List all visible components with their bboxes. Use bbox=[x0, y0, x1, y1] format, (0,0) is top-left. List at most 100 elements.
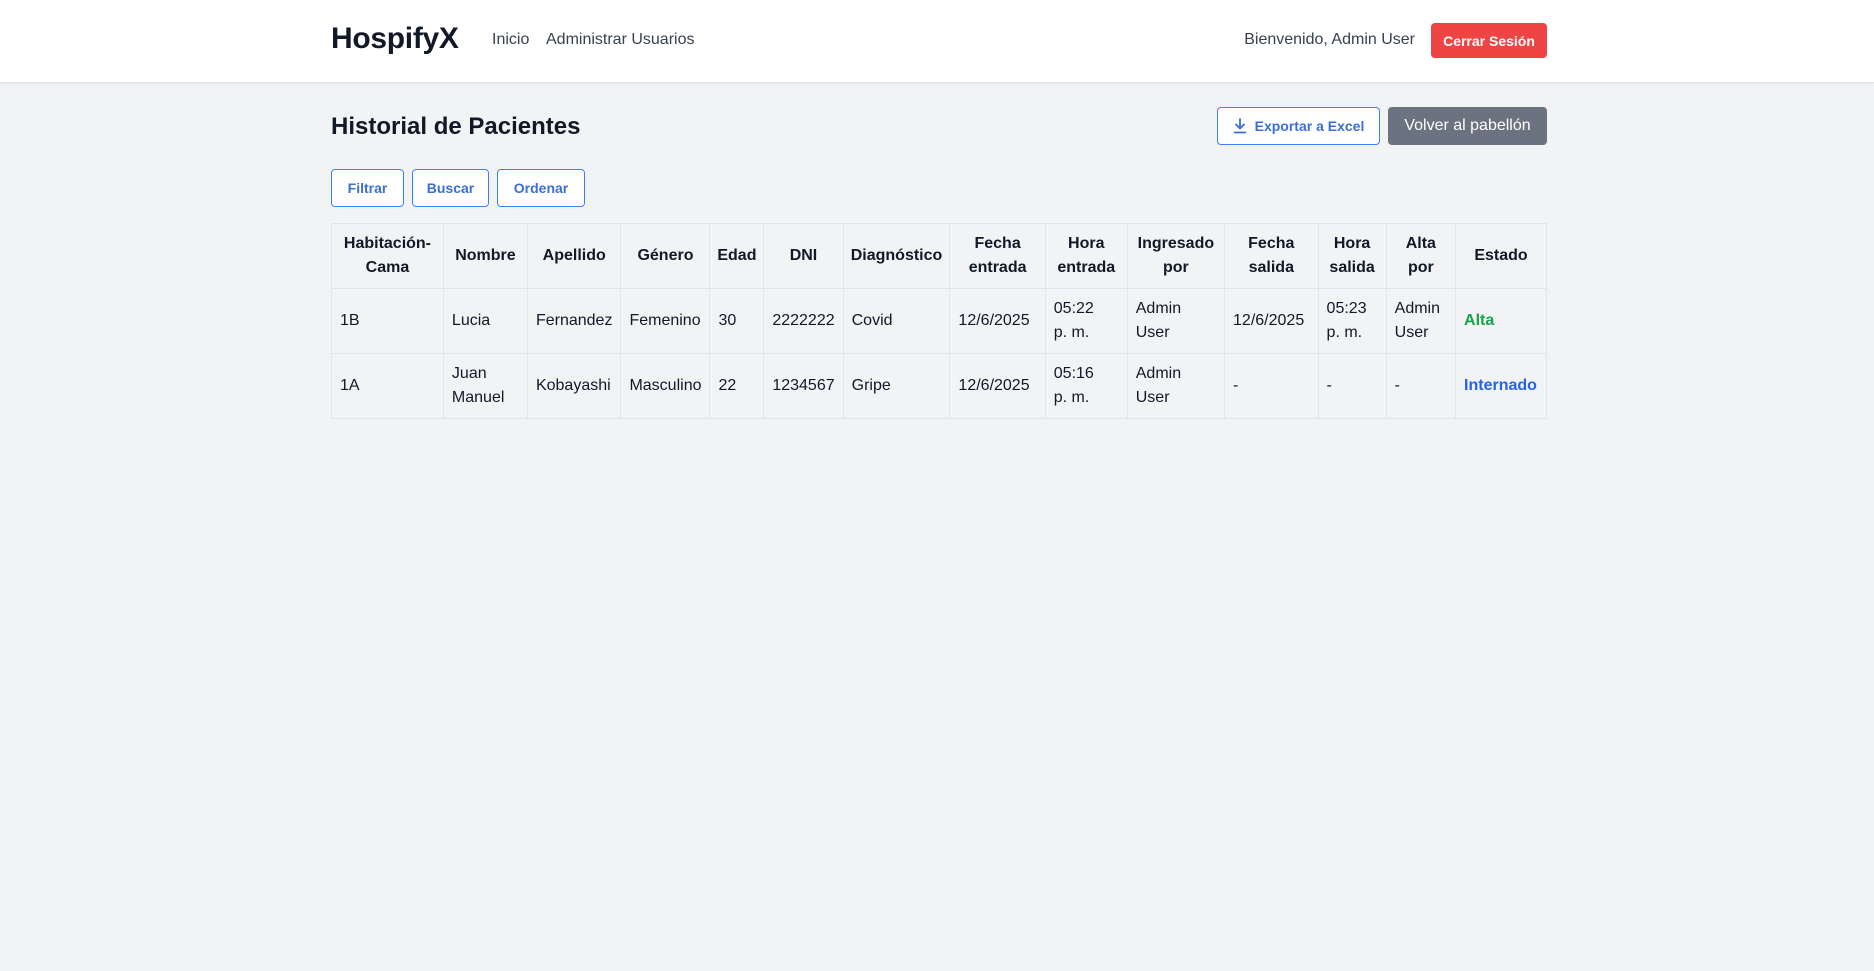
navbar: HospifyX Inicio Administrar Usuarios Bie… bbox=[0, 0, 1874, 83]
cell-text: User bbox=[1135, 324, 1170, 341]
table-cell: - bbox=[1317, 353, 1387, 419]
cell-text: User bbox=[1394, 324, 1429, 341]
status-badge: Internado bbox=[1464, 377, 1537, 394]
cell-text: Kobayashi bbox=[535, 377, 611, 394]
cell-text: Fernandez bbox=[535, 312, 613, 329]
table-cell: 1B bbox=[331, 288, 444, 354]
cell-text: Admin bbox=[1394, 300, 1441, 317]
status-cell: Internado bbox=[1455, 353, 1547, 419]
table-header-row: Habitación- Cama Nombre Apellido Género Edad D… bbox=[331, 223, 1547, 289]
cell-text: 05:23 bbox=[1326, 300, 1367, 317]
cell-text: - bbox=[1233, 377, 1239, 394]
column-header: Apellido bbox=[526, 223, 622, 289]
filter-button[interactable]: Filtrar bbox=[331, 169, 404, 207]
brand-logo[interactable]: HospifyX bbox=[331, 22, 459, 56]
cell-text: - bbox=[1394, 377, 1400, 394]
column-header-text: Diagnóstico bbox=[850, 247, 943, 264]
export-excel-label: Exportar a Excel bbox=[1254, 118, 1365, 134]
table-cell: 05:23 p. m. bbox=[1317, 288, 1387, 354]
cell-text: 05:22 bbox=[1053, 300, 1094, 317]
table-cell: 22 bbox=[709, 353, 765, 419]
sort-button[interactable]: Ordenar bbox=[497, 169, 585, 207]
table-cell: Admin User bbox=[1126, 288, 1226, 354]
cell-text: 12/6/2025 bbox=[1233, 312, 1305, 329]
cell-text: Admin bbox=[1135, 300, 1182, 317]
cell-text: User bbox=[1135, 389, 1170, 406]
cell-text: Gripe bbox=[851, 377, 891, 394]
column-header-text: Edad bbox=[717, 247, 757, 264]
column-header-text: por bbox=[1163, 259, 1189, 276]
table-cell: Masculino bbox=[620, 353, 711, 419]
cell-text: 12/6/2025 bbox=[958, 377, 1030, 394]
column-header: DNI bbox=[763, 223, 844, 289]
table-cell: Covid bbox=[842, 288, 951, 354]
column-header: Hora entrada bbox=[1044, 223, 1128, 289]
table-row[interactable]: 1B Lucia Fernandez Femenino 30 2222222 Covid 12… bbox=[331, 288, 1547, 354]
column-header-text: Hora bbox=[1333, 235, 1371, 252]
table-cell: 12/6/2025 bbox=[949, 353, 1046, 419]
table-cell: Admin User bbox=[1126, 353, 1226, 419]
table-cell: 1234567 bbox=[763, 353, 844, 419]
column-header-text: Fecha bbox=[1248, 235, 1295, 252]
column-header-text: entrada bbox=[968, 259, 1027, 276]
column-header-text: Nombre bbox=[455, 247, 516, 264]
cell-text: 2222222 bbox=[772, 312, 835, 329]
search-button[interactable]: Buscar bbox=[412, 169, 489, 207]
column-header-text: Habitación- bbox=[343, 235, 432, 252]
table-cell: 2222222 bbox=[763, 288, 844, 354]
cell-text: p. m. bbox=[1053, 389, 1090, 406]
column-header-text: por bbox=[1407, 259, 1434, 276]
column-header: Ingresado por bbox=[1126, 223, 1226, 289]
back-to-ward-button[interactable]: Volver al pabellón bbox=[1388, 107, 1547, 145]
cell-text: Admin bbox=[1135, 365, 1182, 382]
column-header-text: salida bbox=[1248, 259, 1294, 276]
table-cell: 12/6/2025 bbox=[949, 288, 1046, 354]
column-header-text: DNI bbox=[789, 247, 818, 264]
download-icon bbox=[1233, 118, 1247, 134]
table-cell: Kobayashi bbox=[526, 353, 622, 419]
table-cell: 30 bbox=[709, 288, 765, 354]
cell-text: 1B bbox=[340, 312, 360, 329]
column-header: Estado bbox=[1455, 223, 1547, 289]
cell-text: 1234567 bbox=[772, 377, 835, 394]
column-header: Fecha salida bbox=[1224, 223, 1319, 289]
column-header-text: Fecha bbox=[974, 235, 1021, 252]
table-cell: Femenino bbox=[620, 288, 711, 354]
cell-text: 1A bbox=[340, 377, 360, 394]
logout-button[interactable]: Cerrar Sesión bbox=[1431, 23, 1547, 58]
table-cell: 05:22 p. m. bbox=[1044, 288, 1128, 354]
patients-history-table: Habitación- Cama Nombre Apellido Género Edad D… bbox=[331, 223, 1547, 419]
table-cell: 12/6/2025 bbox=[1224, 288, 1319, 354]
column-header: Diagnóstico bbox=[842, 223, 951, 289]
column-header-text: Estado bbox=[1474, 247, 1528, 264]
column-header-text: salida bbox=[1329, 259, 1375, 276]
cell-text: p. m. bbox=[1053, 324, 1090, 341]
cell-text: 22 bbox=[718, 377, 737, 394]
column-header-text: Apellido bbox=[542, 247, 606, 264]
column-header-text: Cama bbox=[365, 259, 410, 276]
cell-text: p. m. bbox=[1326, 324, 1363, 341]
cell-text: Juan bbox=[451, 365, 487, 382]
cell-text: 30 bbox=[718, 312, 737, 329]
cell-text: 05:16 bbox=[1053, 365, 1094, 382]
cell-text: Femenino bbox=[629, 312, 701, 329]
table-body: 1B Lucia Fernandez Femenino 30 2222222 Covid 12… bbox=[331, 288, 1547, 419]
column-header: Nombre bbox=[442, 223, 528, 289]
column-header-text: Hora bbox=[1068, 235, 1105, 252]
column-header-text: entrada bbox=[1057, 259, 1116, 276]
nav-link-inicio[interactable]: Inicio bbox=[492, 31, 529, 49]
column-header: Habitación- Cama bbox=[331, 223, 444, 289]
table-row[interactable]: 1A Juan Manuel Kobayashi Masculino 22 1234567 G… bbox=[331, 353, 1547, 419]
column-header-text: Ingresado bbox=[1137, 235, 1215, 252]
cell-text: Lucia bbox=[451, 312, 491, 329]
column-header: Género bbox=[620, 223, 711, 289]
cell-text: Manuel bbox=[451, 389, 505, 406]
welcome-text: Bienvenido, Admin User bbox=[1244, 31, 1415, 48]
nav-link-administrar-usuarios[interactable]: Administrar Usuarios bbox=[546, 31, 694, 49]
table-cell: 1A bbox=[331, 353, 444, 419]
page-title: Historial de Pacientes bbox=[331, 113, 581, 140]
export-excel-button[interactable]: Exportar a Excel bbox=[1217, 107, 1380, 145]
table-cell: Gripe bbox=[842, 353, 951, 419]
table-cell: 05:16 p. m. bbox=[1044, 353, 1128, 419]
table-cell: - bbox=[1224, 353, 1319, 419]
